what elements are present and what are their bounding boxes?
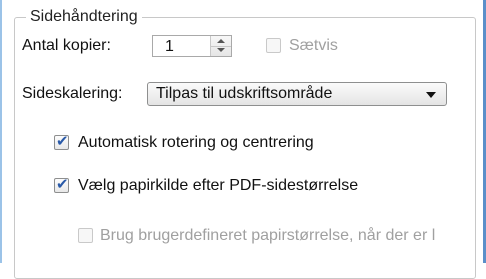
copies-label: Antal kopier: (22, 37, 111, 54)
auto-rotate-label: Automatisk rotering og centrering (78, 134, 314, 151)
scaling-label: Sideskalering: (22, 85, 123, 102)
collate-checkbox[interactable] (266, 38, 281, 53)
triangle-down-icon (217, 48, 225, 52)
paper-source-label: Vælg papirkilde efter PDF-sidestørrelse (78, 177, 359, 194)
copies-decrement-button[interactable] (211, 46, 231, 56)
copies-stepper[interactable]: 1 (152, 35, 232, 57)
scaling-selected-value: Tilpas til udskriftsområde (156, 85, 333, 102)
copies-value[interactable]: 1 (165, 37, 174, 57)
paper-source-checkbox[interactable]: ✔ (54, 176, 69, 193)
copies-spinner (210, 36, 231, 56)
chevron-down-icon (426, 92, 436, 98)
auto-rotate-checkbox[interactable]: ✔ (54, 133, 69, 150)
dialog-panel: Sidehåndtering Antal kopier: 1 Sætvis Si… (0, 0, 486, 279)
page-handling-group-title: Sidehåndtering (26, 8, 142, 26)
scaling-select[interactable]: Tilpas til udskriftsområde (147, 82, 447, 106)
checkmark-icon: ✔ (56, 133, 69, 150)
triangle-up-icon (217, 39, 225, 43)
custom-paper-checkbox[interactable] (78, 228, 93, 243)
custom-paper-label: Brug brugerdefineret papirstørrelse, når… (100, 227, 436, 244)
checkmark-icon: ✔ (56, 176, 69, 193)
collate-label: Sætvis (289, 37, 338, 54)
